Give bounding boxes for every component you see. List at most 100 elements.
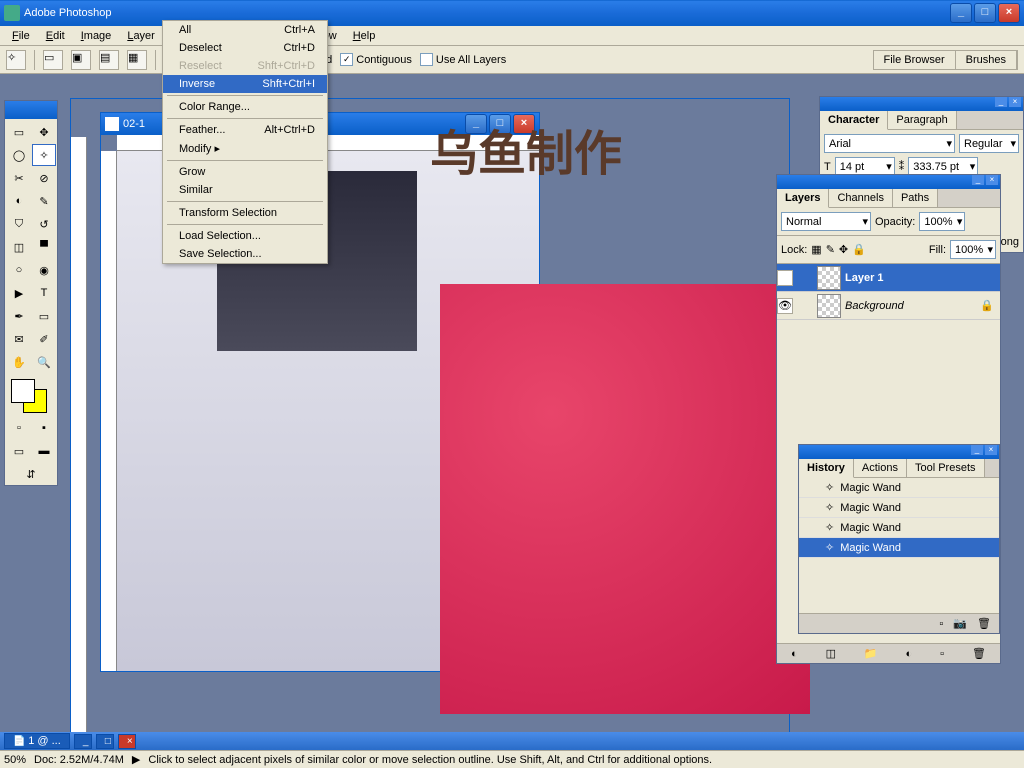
menu-item-feather-[interactable]: Feather...Alt+Ctrl+D bbox=[163, 121, 327, 139]
hand-tool[interactable]: ✋ bbox=[7, 351, 31, 373]
intersect-selection-icon[interactable]: ▦ bbox=[127, 50, 147, 70]
magic-wand-tool[interactable]: ✧ bbox=[32, 144, 56, 166]
blur-tool[interactable]: ○ bbox=[7, 259, 31, 281]
panel-minimize-icon[interactable]: _ bbox=[971, 445, 983, 455]
lock-position-icon[interactable]: ✥ bbox=[839, 243, 848, 256]
history-state[interactable]: ✧Magic Wand bbox=[799, 538, 999, 558]
zoom-tool[interactable]: 🔍 bbox=[32, 351, 56, 373]
layer-thumbnail[interactable] bbox=[817, 266, 841, 290]
font-style-select[interactable]: Regular bbox=[959, 134, 1019, 153]
foreground-color-swatch[interactable] bbox=[11, 379, 35, 403]
visibility-icon[interactable]: 👁 bbox=[777, 270, 793, 286]
task-restore-icon[interactable]: □ bbox=[96, 734, 114, 749]
history-brush-tool[interactable]: ↺ bbox=[32, 213, 56, 235]
panel-close-icon[interactable]: × bbox=[1009, 97, 1021, 107]
layer-row[interactable]: 👁Background🔒 bbox=[777, 292, 1000, 320]
panel-minimize-icon[interactable]: _ bbox=[995, 97, 1007, 107]
character-tab[interactable]: Character bbox=[820, 111, 888, 130]
tool-presets-tab[interactable]: Tool Presets bbox=[907, 459, 985, 477]
new-layer-icon[interactable]: ▫ bbox=[940, 648, 944, 660]
eyedropper-tool[interactable]: ✐ bbox=[32, 328, 56, 350]
screen-mode-full-icon[interactable]: ▬ bbox=[32, 440, 56, 462]
menu-item-all[interactable]: AllCtrl+A bbox=[163, 21, 327, 39]
history-state[interactable]: ✧Magic Wand bbox=[799, 518, 999, 538]
opacity-input[interactable]: 100% bbox=[919, 212, 965, 231]
new-set-icon[interactable]: 📁 bbox=[864, 647, 878, 660]
panel-close-icon[interactable]: × bbox=[985, 445, 997, 455]
menu-file[interactable]: File bbox=[4, 28, 38, 44]
marquee-tool[interactable]: ▭ bbox=[7, 121, 31, 143]
paragraph-tab[interactable]: Paragraph bbox=[888, 111, 956, 129]
paths-tab[interactable]: Paths bbox=[893, 189, 938, 207]
new-snapshot-icon[interactable]: 📷 bbox=[953, 617, 967, 630]
notes-tool[interactable]: ✉ bbox=[7, 328, 31, 350]
pen-tool[interactable]: ✒ bbox=[7, 305, 31, 327]
panel-titlebar[interactable]: _× bbox=[799, 445, 999, 459]
menu-item-save-selection-[interactable]: Save Selection... bbox=[163, 245, 327, 263]
contiguous-checkbox[interactable]: ✓ bbox=[340, 53, 353, 66]
quick-mask-icon[interactable]: ▪ bbox=[32, 417, 56, 439]
actions-tab[interactable]: Actions bbox=[854, 459, 907, 477]
history-tab[interactable]: History bbox=[799, 459, 854, 478]
type-tool[interactable]: T bbox=[32, 282, 56, 304]
toolbox-titlebar[interactable] bbox=[5, 101, 57, 119]
chevron-right-icon[interactable]: ▶ bbox=[132, 753, 140, 766]
zoom-level[interactable]: 50% bbox=[4, 754, 26, 766]
layer-mask-icon[interactable]: ◫ bbox=[826, 647, 836, 660]
blend-mode-select[interactable]: Normal bbox=[781, 212, 871, 231]
history-state[interactable]: ✧Magic Wand bbox=[799, 498, 999, 518]
close-button[interactable]: × bbox=[998, 3, 1020, 23]
clone-stamp-tool[interactable]: ⛉ bbox=[7, 213, 31, 235]
lock-transparency-icon[interactable]: ▦ bbox=[811, 243, 821, 256]
gradient-tool[interactable]: ▀ bbox=[32, 236, 56, 258]
menu-item-inverse[interactable]: InverseShft+Ctrl+I bbox=[163, 75, 327, 93]
healing-brush-tool[interactable]: ◐ bbox=[7, 190, 31, 212]
subtract-selection-icon[interactable]: ▤ bbox=[99, 50, 119, 70]
jump-to-imageready-icon[interactable]: ⇵ bbox=[5, 464, 57, 485]
menu-layer[interactable]: Layer bbox=[119, 28, 163, 44]
layer-style-icon[interactable]: ◐ bbox=[791, 648, 798, 660]
file-browser-tab[interactable]: File Browser bbox=[874, 51, 956, 69]
menu-item-modify[interactable]: Modify ▸ bbox=[163, 139, 327, 158]
menu-help[interactable]: Help bbox=[345, 28, 384, 44]
lasso-tool[interactable]: ◯ bbox=[7, 144, 31, 166]
task-item[interactable]: 📄 1 @ ... bbox=[4, 733, 70, 749]
minimize-button[interactable]: _ bbox=[950, 3, 972, 23]
brushes-tab[interactable]: Brushes bbox=[956, 51, 1017, 69]
channels-tab[interactable]: Channels bbox=[829, 189, 892, 207]
lock-all-icon[interactable]: 🔒 bbox=[852, 243, 866, 256]
maximize-button[interactable]: □ bbox=[974, 3, 996, 23]
menu-item-transform-selection[interactable]: Transform Selection bbox=[163, 204, 327, 222]
layer-row[interactable]: 👁Layer 1 bbox=[777, 264, 1000, 292]
font-family-select[interactable]: Arial bbox=[824, 134, 955, 153]
fill-input[interactable]: 100% bbox=[950, 240, 996, 259]
menu-item-grow[interactable]: Grow bbox=[163, 163, 327, 181]
shape-tool[interactable]: ▭ bbox=[32, 305, 56, 327]
panel-titlebar[interactable]: _× bbox=[777, 175, 1000, 189]
menu-item-load-selection-[interactable]: Load Selection... bbox=[163, 227, 327, 245]
layers-tab[interactable]: Layers bbox=[777, 189, 829, 208]
layer-thumbnail[interactable] bbox=[817, 294, 841, 318]
lock-image-icon[interactable]: ✎ bbox=[826, 243, 835, 256]
crop-tool[interactable]: ✂ bbox=[7, 167, 31, 189]
history-state[interactable]: ✧Magic Wand bbox=[799, 478, 999, 498]
add-selection-icon[interactable]: ▣ bbox=[71, 50, 91, 70]
menu-item-similar[interactable]: Similar bbox=[163, 181, 327, 199]
slice-tool[interactable]: ⊘ bbox=[32, 167, 56, 189]
menu-image[interactable]: Image bbox=[73, 28, 120, 44]
panel-titlebar[interactable]: _× bbox=[820, 97, 1023, 111]
delete-state-icon[interactable]: 🗑 bbox=[977, 617, 991, 630]
path-selection-tool[interactable]: ▶ bbox=[7, 282, 31, 304]
task-minimize-icon[interactable]: _ bbox=[74, 734, 92, 749]
new-selection-icon[interactable]: ▭ bbox=[43, 50, 63, 70]
task-close-icon[interactable]: × bbox=[118, 734, 136, 749]
panel-close-icon[interactable]: × bbox=[986, 175, 998, 185]
brush-tool[interactable]: ✎ bbox=[32, 190, 56, 212]
eraser-tool[interactable]: ◫ bbox=[7, 236, 31, 258]
standard-mode-icon[interactable]: ▫ bbox=[7, 417, 31, 439]
screen-mode-icon[interactable]: ▭ bbox=[7, 440, 31, 462]
visibility-icon[interactable]: 👁 bbox=[777, 298, 793, 314]
new-document-icon[interactable]: ▫ bbox=[939, 618, 943, 630]
delete-layer-icon[interactable]: 🗑 bbox=[972, 647, 986, 660]
menu-edit[interactable]: Edit bbox=[38, 28, 73, 44]
